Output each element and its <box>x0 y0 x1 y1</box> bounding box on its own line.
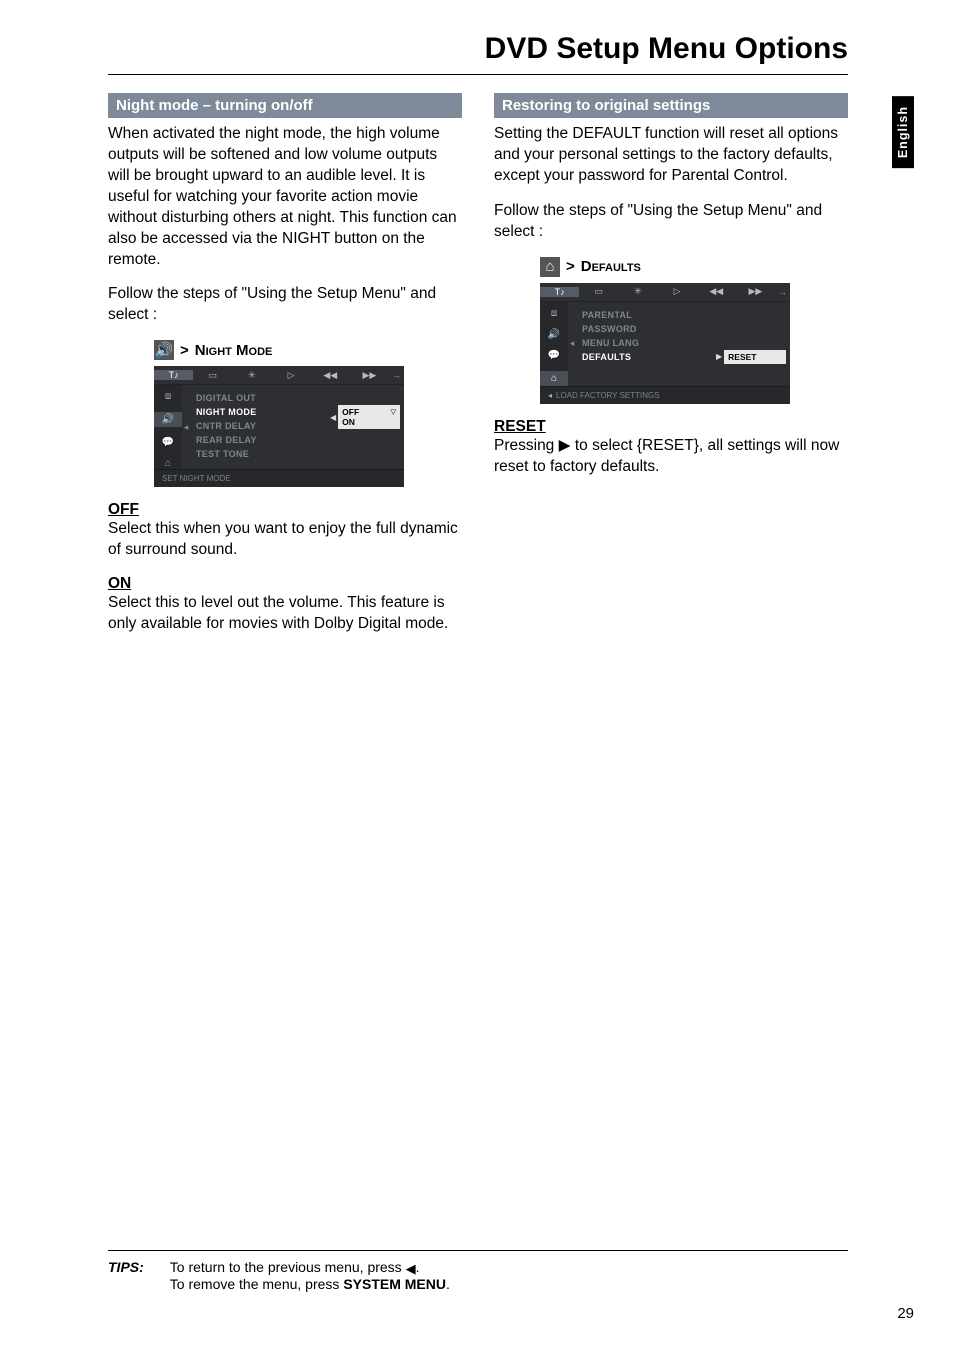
sidebar-icon[interactable]: ⌂ <box>540 371 568 386</box>
sidebar-icon[interactable]: 🔊 <box>154 412 182 427</box>
osd-panel-night-mode: T♪ ▭ ✳ ▷ ◀◀ ▶▶ → ⧈ 🔊 💬 ⌂ ◂ <box>154 366 404 487</box>
more-icon: → <box>775 287 790 297</box>
sidebar-icon[interactable]: ⧈ <box>551 308 557 319</box>
osd-tab[interactable]: T♪ <box>154 370 193 380</box>
osd-tab[interactable]: ▷ <box>658 286 697 297</box>
osd-menu-item[interactable]: NIGHT MODE <box>196 405 330 419</box>
breadcrumb-sep: > <box>180 342 189 359</box>
osd-tab[interactable]: ▶▶ <box>736 286 775 297</box>
paragraph: Select this when you want to enjoy the f… <box>108 519 462 561</box>
tips-key: SYSTEM MENU <box>343 1276 446 1292</box>
osd-panel-defaults: T♪ ▭ ✳ ▷ ◀◀ ▶▶ → ⧈ 🔊 💬 ⌂ ◂ <box>540 283 790 404</box>
osd-tabbar: T♪ ▭ ✳ ▷ ◀◀ ▶▶ → <box>540 283 790 301</box>
page-number: 29 <box>897 1305 914 1322</box>
osd-tab[interactable]: T♪ <box>540 287 579 297</box>
subheading-reset: RESET <box>494 418 848 436</box>
osd-menu-item[interactable]: DIGITAL OUT <box>196 391 330 405</box>
osd-menu-item[interactable]: DEFAULTS <box>582 350 716 364</box>
osd-option-label: ON <box>342 417 396 427</box>
osd-value-box: ▶ RESET <box>716 302 790 386</box>
paragraph: Select this to level out the volume. Thi… <box>108 593 462 635</box>
osd-tab[interactable]: ◀◀ <box>311 370 350 381</box>
page-title: DVD Setup Menu Options <box>108 32 848 75</box>
osd-menu-item[interactable]: CNTR DELAY <box>196 419 330 433</box>
osd-tab[interactable]: ✳ <box>232 370 271 381</box>
right-column: Restoring to original settings Setting t… <box>494 93 848 649</box>
osd-menu: DIGITAL OUT NIGHT MODE CNTR DELAY REAR D… <box>190 385 330 469</box>
osd-menu-item[interactable]: PARENTAL <box>582 308 716 322</box>
tips-text: . <box>416 1259 420 1275</box>
osd-sidebar: ⧈ 🔊 💬 ⌂ <box>540 302 568 386</box>
osd-hint: ◂ LOAD FACTORY SETTINGS <box>540 386 790 404</box>
breadcrumb-label: Night Mode <box>195 342 273 359</box>
osd-option-label: RESET <box>728 352 756 362</box>
left-caret-icon: ◂ <box>548 391 552 400</box>
sidebar-icon[interactable]: 💬 <box>548 350 560 361</box>
osd-caret: ◂ <box>182 385 190 469</box>
osd-sidebar: ⧈ 🔊 💬 ⌂ <box>154 385 182 469</box>
osd-caret: ◂ <box>568 302 576 386</box>
osd-menu-item[interactable]: REAR DELAY <box>196 433 330 447</box>
osd-option[interactable]: RESET <box>724 350 786 364</box>
setup-icon: ⌂ <box>540 257 560 277</box>
more-icon: → <box>389 370 404 380</box>
subheading-on: ON <box>108 575 462 593</box>
osd-hint: SET NIGHT MODE <box>154 469 404 487</box>
osd-menu-item[interactable]: TEST TONE <box>196 447 330 461</box>
tips-label: TIPS: <box>108 1259 144 1292</box>
language-tab: English <box>892 96 914 168</box>
osd-tab[interactable]: ▶▶ <box>350 370 389 381</box>
breadcrumb-sep: > <box>566 258 575 275</box>
paragraph: Setting the DEFAULT function will reset … <box>494 124 848 187</box>
tips-body: To return to the previous menu, press ◀.… <box>170 1259 450 1292</box>
right-caret-icon: ▶ <box>716 352 722 361</box>
osd-tabbar: T♪ ▭ ✳ ▷ ◀◀ ▶▶ → <box>154 366 404 384</box>
osd-breadcrumb: ⌂ > Defaults <box>540 257 848 277</box>
page-body: DVD Setup Menu Options Night mode – turn… <box>108 32 848 649</box>
paragraph: Follow the steps of "Using the Setup Men… <box>494 201 848 243</box>
sidebar-icon[interactable]: 💬 <box>162 437 174 448</box>
subheading-off: OFF <box>108 501 462 519</box>
osd-tab[interactable]: ▭ <box>193 370 232 381</box>
tips-footer: TIPS: To return to the previous menu, pr… <box>108 1250 848 1292</box>
osd-tab[interactable]: ✳ <box>618 286 657 297</box>
osd-option[interactable]: OFF ▽ ON <box>338 405 400 429</box>
osd-menu-item[interactable]: MENU LANG <box>582 336 716 350</box>
down-caret-icon: ▽ <box>391 408 396 416</box>
osd-value-box: ◀ OFF ▽ ON <box>330 385 404 469</box>
sidebar-icon[interactable]: 🔊 <box>548 329 560 340</box>
paragraph: When activated the night mode, the high … <box>108 124 462 270</box>
paragraph: Pressing ▶ to select {RESET}, all settin… <box>494 436 848 478</box>
osd-hint-text: LOAD FACTORY SETTINGS <box>556 391 660 400</box>
section-header-restoring: Restoring to original settings <box>494 93 848 118</box>
left-column: Night mode – turning on/off When activat… <box>108 93 462 649</box>
osd-menu: PARENTAL PASSWORD MENU LANG DEFAULTS <box>576 302 716 386</box>
speaker-icon: 🔊 <box>154 340 174 360</box>
left-caret-icon: ◀ <box>330 413 336 422</box>
osd-tab[interactable]: ▭ <box>579 286 618 297</box>
osd-tab[interactable]: ◀◀ <box>697 286 736 297</box>
breadcrumb-label: Defaults <box>581 258 641 275</box>
left-arrow-icon: ◀ <box>406 1261 416 1277</box>
osd-option-label: OFF <box>342 407 359 417</box>
osd-tab[interactable]: ▷ <box>272 370 311 381</box>
tips-text: . <box>446 1276 450 1292</box>
tips-text: To remove the menu, press <box>170 1276 344 1292</box>
sidebar-icon[interactable]: ⌂ <box>165 458 171 469</box>
tips-text: To return to the previous menu, press <box>170 1259 406 1275</box>
osd-breadcrumb: 🔊 > Night Mode <box>154 340 462 360</box>
sidebar-icon[interactable]: ⧈ <box>165 391 171 402</box>
paragraph: Follow the steps of "Using the Setup Men… <box>108 284 462 326</box>
osd-menu-item[interactable]: PASSWORD <box>582 322 716 336</box>
section-header-night-mode: Night mode – turning on/off <box>108 93 462 118</box>
